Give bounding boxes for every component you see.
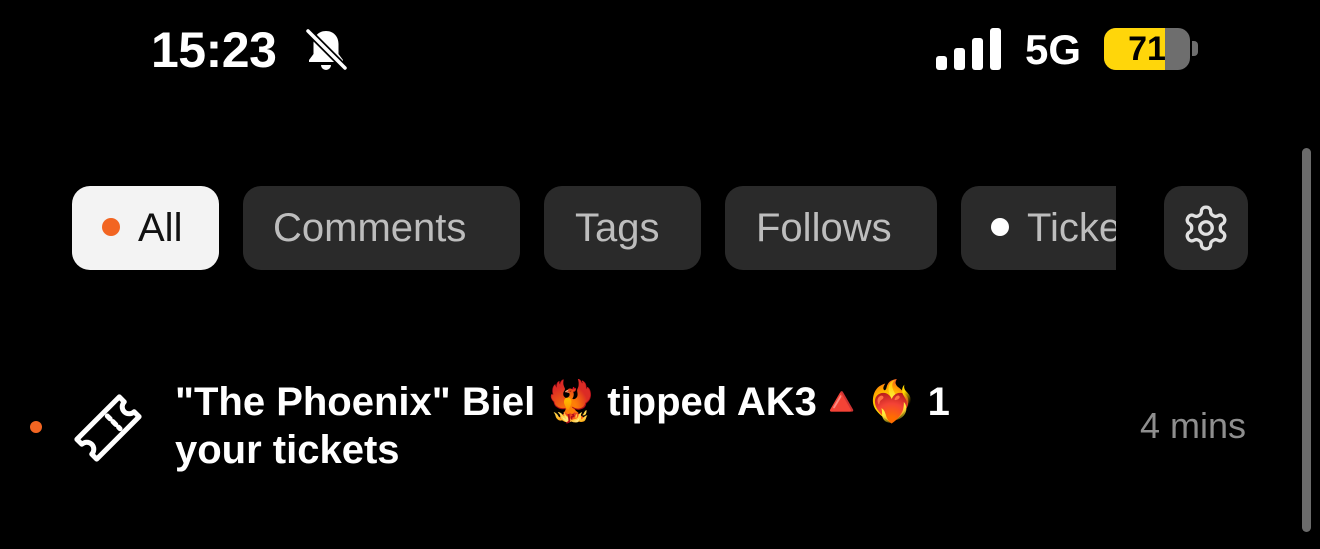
ticket-icon bbox=[74, 394, 142, 462]
tab-tags[interactable]: Tags bbox=[544, 186, 701, 270]
battery-icon: 71 bbox=[1104, 28, 1190, 70]
tab-comments[interactable]: Comments bbox=[243, 186, 520, 270]
tab-comments-label: Comments bbox=[273, 206, 467, 250]
network-type: 5G bbox=[1025, 26, 1082, 73]
status-time: 15:23 bbox=[151, 22, 277, 78]
tab-all[interactable]: All bbox=[72, 186, 219, 270]
bell-slash-icon bbox=[304, 27, 349, 72]
tab-tickets-unread-dot bbox=[991, 218, 1009, 236]
battery-percent: 71 bbox=[1128, 30, 1166, 68]
tab-tags-label: Tags bbox=[575, 206, 660, 250]
scrollbar[interactable] bbox=[1302, 148, 1311, 532]
tab-all-label: All bbox=[138, 206, 183, 250]
notification-item[interactable]: "The Phoenix" Biel 🐦‍🔥 tipped AK3🔺❤️‍🔥 1… bbox=[0, 360, 1300, 490]
notification-time: 4 mins bbox=[1139, 405, 1246, 446]
notification-message: "The Phoenix" Biel 🐦‍🔥 tipped AK3🔺❤️‍🔥 1… bbox=[175, 380, 950, 472]
gear-icon bbox=[1185, 205, 1227, 251]
filter-tabs: All Comments Tags Follows Tickets bbox=[0, 186, 1116, 270]
unread-indicator bbox=[30, 421, 42, 433]
tab-tickets-label: Tickets bbox=[1027, 206, 1116, 250]
tab-follows-label: Follows bbox=[756, 206, 892, 250]
notification-settings-button[interactable] bbox=[1164, 186, 1248, 270]
tab-tickets[interactable]: Tickets bbox=[961, 186, 1116, 270]
tab-all-unread-dot bbox=[102, 218, 120, 236]
battery-tip bbox=[1192, 41, 1198, 56]
tab-follows[interactable]: Follows bbox=[725, 186, 937, 270]
cellular-signal-icon bbox=[936, 28, 1001, 70]
